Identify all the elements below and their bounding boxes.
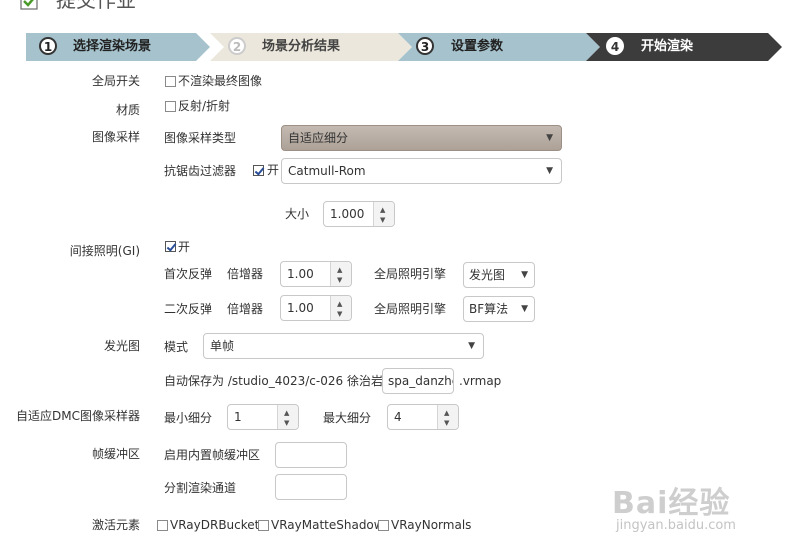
aa-filter-label: 抗锯齿过滤器 xyxy=(164,164,237,178)
sampler-type-label: 图像采样类型 xyxy=(164,131,237,145)
sampler-type-value: 自适应细分 xyxy=(288,131,349,145)
step-2-number: 2 xyxy=(228,37,246,55)
min-subdivs-value: 1 xyxy=(234,410,242,424)
down-arrow-icon[interactable]: ▼ xyxy=(337,276,342,284)
reflect-refract-checkbox[interactable] xyxy=(165,101,176,112)
secondary-engine-value: BF算法 xyxy=(469,302,509,316)
no-final-image-checkbox[interactable] xyxy=(165,76,176,87)
builtin-framebuffer-input[interactable] xyxy=(275,442,347,468)
stepper-buttons[interactable]: ▲ ▼ xyxy=(330,262,351,286)
secondary-multiplier-value: 1.00 xyxy=(287,301,314,315)
element-label-normals: VRayNormals xyxy=(391,518,472,532)
element-label-drbucket: VRayDRBucket xyxy=(170,518,260,532)
element-checkbox-drbucket[interactable] xyxy=(157,520,168,531)
wizard-steps: 1 选择渲染场景 2 场景分析结果 3 设置参数 4 开始渲染 xyxy=(26,33,782,61)
step-2-label: 场景分析结果 xyxy=(262,39,341,54)
dmc-sampler-label: 自适应DMC图像采样器 xyxy=(16,409,140,423)
primary-multiplier-value: 1.00 xyxy=(287,267,314,281)
autosave-ext-label: .vrmap xyxy=(459,374,502,388)
primary-engine-value: 发光图 xyxy=(469,268,506,282)
step-3-label: 设置参数 xyxy=(451,39,504,54)
chevron-down-icon: ▼ xyxy=(546,133,553,143)
step-1-number: 1 xyxy=(39,37,57,55)
builtin-framebuffer-label: 启用内置帧缓冲区 xyxy=(164,448,261,462)
aa-filter-select[interactable]: Catmull-Rom ▼ xyxy=(281,158,562,184)
element-checkbox-matteshadow[interactable] xyxy=(258,520,269,531)
framebuffer-label: 帧缓冲区 xyxy=(91,447,140,461)
step-4-number: 4 xyxy=(606,37,624,55)
irradiance-label: 发光图 xyxy=(103,339,140,353)
mode-value: 单帧 xyxy=(210,339,235,353)
autosave-filename-input[interactable]: spa_danzhen xyxy=(382,368,454,394)
no-final-image-label: 不渲染最终图像 xyxy=(178,74,263,88)
primary-multiplier-stepper[interactable]: 1.00 ▲ ▼ xyxy=(280,261,352,287)
element-checkbox-normals[interactable] xyxy=(378,520,389,531)
gi-label: 间接照明(GI) xyxy=(69,244,140,258)
aa-filter-on-label: 开 xyxy=(267,163,280,177)
stepper-buttons[interactable]: ▲ ▼ xyxy=(373,202,394,226)
secondary-bounce-label: 二次反弹 xyxy=(164,302,213,316)
step-1-label: 选择渲染场景 xyxy=(73,39,152,54)
sampler-type-select[interactable]: 自适应细分 ▼ xyxy=(281,125,562,151)
watermark: Bai经验 jingyan.baidu.com xyxy=(612,478,792,544)
page-title: 提交作业 xyxy=(56,0,136,12)
stepper-buttons[interactable]: ▲ ▼ xyxy=(437,405,458,429)
primary-engine-select[interactable]: 发光图 ▼ xyxy=(463,262,535,288)
reflect-refract-label: 反射/折射 xyxy=(178,99,231,113)
chevron-down-icon: ▼ xyxy=(468,341,475,351)
primary-bounce-label: 首次反弹 xyxy=(164,267,213,281)
up-arrow-icon[interactable]: ▲ xyxy=(444,409,449,417)
primary-engine-label: 全局照明引擎 xyxy=(374,267,447,281)
element-label-matteshadow: VRayMatteShadow xyxy=(271,518,384,532)
up-arrow-icon[interactable]: ▲ xyxy=(337,300,342,308)
down-arrow-icon[interactable]: ▼ xyxy=(284,419,289,427)
render-elements-label: 激活元素 xyxy=(91,518,140,532)
gi-checkbox[interactable] xyxy=(165,241,176,252)
secondary-engine-select[interactable]: BF算法 ▼ xyxy=(463,296,535,322)
chevron-down-icon: ▼ xyxy=(521,270,528,280)
chevron-down-icon: ▼ xyxy=(521,304,528,314)
down-arrow-icon[interactable]: ▼ xyxy=(444,419,449,427)
split-channels-input[interactable] xyxy=(275,474,347,500)
up-arrow-icon[interactable]: ▲ xyxy=(337,266,342,274)
down-arrow-icon[interactable]: ▼ xyxy=(380,216,385,224)
mode-select[interactable]: 单帧 ▼ xyxy=(203,333,484,359)
global-switch-label: 全局开关 xyxy=(91,74,140,88)
up-arrow-icon[interactable]: ▲ xyxy=(284,409,289,417)
primary-multiplier-label: 倍增器 xyxy=(227,267,264,281)
max-subdivs-label: 最大细分 xyxy=(323,411,372,425)
aa-filter-checkbox[interactable] xyxy=(253,165,264,176)
gi-on-label: 开 xyxy=(178,240,191,254)
secondary-multiplier-label: 倍增器 xyxy=(227,302,264,316)
split-channels-label: 分割渲染通道 xyxy=(164,481,237,495)
image-sampler-label: 图像采样 xyxy=(91,130,140,144)
autosave-path-label: 自动保存为 /studio_4023/c-026 徐治岩/ xyxy=(164,374,387,388)
size-value: 1.000 xyxy=(330,207,365,221)
min-subdivs-stepper[interactable]: 1 ▲ ▼ xyxy=(227,404,299,430)
secondary-multiplier-stepper[interactable]: 1.00 ▲ ▼ xyxy=(280,295,352,321)
watermark-brand: Bai经验 xyxy=(612,486,731,521)
autosave-filename-value: spa_danzhen xyxy=(388,374,453,388)
stepper-buttons[interactable]: ▲ ▼ xyxy=(277,405,298,429)
step-3-number: 3 xyxy=(416,37,434,55)
max-subdivs-value: 4 xyxy=(394,410,402,424)
size-stepper[interactable]: 1.000 ▲ ▼ xyxy=(323,201,395,227)
watermark-url: jingyan.baidu.com xyxy=(616,518,736,533)
max-subdivs-stepper[interactable]: 4 ▲ ▼ xyxy=(387,404,459,430)
aa-filter-value: Catmull-Rom xyxy=(288,164,366,178)
material-label: 材质 xyxy=(115,103,140,117)
secondary-engine-label: 全局照明引擎 xyxy=(374,302,447,316)
min-subdivs-label: 最小细分 xyxy=(164,411,213,425)
chevron-down-icon: ▼ xyxy=(546,166,553,176)
up-arrow-icon[interactable]: ▲ xyxy=(380,206,385,214)
stepper-buttons[interactable]: ▲ ▼ xyxy=(330,296,351,320)
size-label: 大小 xyxy=(285,207,310,221)
down-arrow-icon[interactable]: ▼ xyxy=(337,310,342,318)
mode-label: 模式 xyxy=(164,340,189,354)
step-4-label: 开始渲染 xyxy=(641,39,694,54)
submit-icon xyxy=(20,0,42,12)
